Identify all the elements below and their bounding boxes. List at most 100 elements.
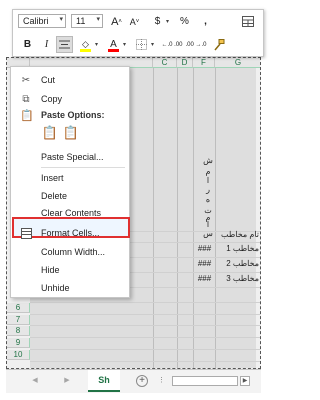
gridline	[30, 314, 260, 315]
gridline	[177, 68, 178, 368]
gridline	[30, 325, 260, 326]
font-name-box[interactable]: Calibri ▾	[18, 14, 66, 28]
format-table-button[interactable]	[239, 13, 256, 30]
decrease-decimal-icon: .00 →.0	[185, 41, 207, 48]
fill-color-button[interactable]: ◇	[77, 36, 94, 53]
gridline	[30, 337, 260, 338]
menu-item-insert[interactable]: Insert	[11, 169, 131, 187]
font-color-bar	[108, 49, 119, 52]
currency-button[interactable]: $	[149, 13, 166, 30]
menu-label-delete: Delete	[41, 191, 68, 201]
format-painter-button[interactable]	[210, 36, 227, 53]
up-caret-icon: ˄	[118, 18, 122, 25]
menu-label-unhide: Unhide	[41, 283, 70, 293]
font-color-button[interactable]: A	[105, 36, 122, 53]
menu-label-format-cells: Format Cells...	[41, 228, 100, 238]
hscroll-right-button[interactable]: ▶	[240, 376, 250, 386]
vertical-header-char: ش	[203, 156, 213, 165]
menu-label-insert: Insert	[41, 173, 64, 183]
borders-icon	[136, 39, 147, 50]
vertical-header-char: س	[203, 229, 213, 238]
chevron-down-icon[interactable]: ▾	[166, 18, 169, 25]
shrink-font-button[interactable]: A ˅	[126, 13, 143, 30]
align-center-button[interactable]	[56, 36, 73, 53]
menu-label-cut: Cut	[41, 75, 56, 85]
vertical-header-char: م	[205, 167, 211, 176]
scissors-icon: ✂	[21, 74, 31, 86]
chevron-down-icon[interactable]: ▾	[123, 41, 126, 48]
menu-item-hide[interactable]: Hide	[11, 261, 131, 279]
down-caret-icon: ˅	[135, 18, 140, 25]
font-size-value: 11	[76, 16, 86, 26]
row-header-10[interactable]: 10	[7, 350, 30, 360]
gridline	[30, 302, 260, 303]
contact-cell[interactable]: مخاطب 1	[216, 244, 260, 253]
header-cell[interactable]: تام مخاطب	[216, 230, 260, 239]
increase-decimal-icon: ←.0 .00	[161, 41, 183, 48]
font-name-value: Calibri	[23, 16, 49, 26]
context-menu: ✂ Cut ⧉ Copy 📋 Paste Options: 📋 📋 Paste …	[10, 66, 130, 298]
menu-label-copy: Copy	[41, 94, 63, 104]
row-header-6[interactable]: 6	[7, 303, 30, 313]
vertical-header-char: ر	[206, 185, 210, 194]
row-header-8[interactable]: 8	[7, 326, 30, 336]
column-header-g[interactable]: G	[215, 58, 260, 68]
overflow-cell[interactable]: ###	[194, 259, 215, 268]
tab-split-handle-icon[interactable]: ⋮	[158, 376, 165, 384]
menu-item-format-cells-row[interactable]: Format Cells...	[11, 224, 131, 242]
column-header-c[interactable]: C	[153, 58, 177, 68]
menu-separator	[41, 167, 125, 168]
sheet-tab[interactable]: Sh	[88, 370, 120, 392]
row-header-7[interactable]: 7	[7, 315, 30, 325]
overflow-cell[interactable]: ###	[194, 244, 215, 253]
menu-item-copy[interactable]: ⧉ Copy	[11, 90, 131, 108]
column-header-d[interactable]: D	[177, 58, 193, 68]
gridline	[193, 68, 194, 368]
row-header-9[interactable]: 9	[7, 338, 30, 348]
gridline	[30, 361, 260, 362]
borders-button[interactable]	[133, 36, 150, 53]
format-cells-icon	[20, 227, 32, 239]
font-size-box[interactable]: 11 ▾	[71, 14, 103, 28]
vertical-header-char: ا	[206, 176, 210, 185]
increase-decimal-button[interactable]: ←.0 .00	[161, 36, 183, 53]
align-center-icon	[59, 40, 70, 49]
add-sheet-button[interactable]: +	[136, 375, 148, 387]
contact-cell[interactable]: مخاطب 3	[216, 274, 260, 283]
fill-color-bar	[80, 49, 91, 52]
scroll-tabs-right-icon[interactable]: ▶	[62, 376, 72, 386]
menu-label-paste-special: Paste Special...	[41, 152, 104, 162]
paste-option-values[interactable]: 📋	[62, 124, 80, 142]
grow-font-icon: A	[111, 15, 119, 28]
excel-window: C D F G 6 7 8 9 10 ش م ا ر ه ت م ا س تام…	[0, 0, 268, 400]
comma-style-button[interactable]: ,	[197, 13, 214, 30]
grow-font-button[interactable]: A ˄	[108, 13, 125, 30]
italic-button[interactable]: I	[38, 36, 55, 53]
mini-toolbar: Calibri ▾ 11 ▾ A ˄ A ˅ $ ▾ % , B I ◇ ▾ A…	[12, 9, 264, 57]
chevron-down-icon[interactable]: ▾	[95, 41, 98, 48]
gridline	[215, 68, 216, 368]
menu-item-paste-special[interactable]: Paste Special...	[11, 148, 131, 166]
menu-item-unhide[interactable]: Unhide	[11, 279, 131, 297]
table-grid-icon	[241, 16, 254, 27]
menu-label-hide: Hide	[41, 265, 60, 275]
scroll-tabs-left-icon[interactable]: ◀	[30, 376, 40, 386]
menu-item-cut[interactable]: ✂ Cut	[11, 71, 131, 89]
format-painter-icon	[213, 38, 224, 50]
menu-item-delete[interactable]: Delete	[11, 187, 131, 205]
chevron-down-icon[interactable]: ▾	[151, 41, 154, 48]
bold-button[interactable]: B	[19, 36, 36, 53]
paste-options-heading: 📋 Paste Options:	[11, 107, 131, 123]
clipboard-icon: 📋	[20, 109, 34, 122]
paste-option-keep-formatting[interactable]: 📋	[41, 124, 59, 142]
sheet-tab-bar: ◀ ▶ Sh + ⋮ ◀ ▶	[6, 369, 261, 393]
percent-button[interactable]: %	[176, 13, 193, 30]
chevron-down-icon: ▾	[96, 16, 100, 23]
overflow-cell[interactable]: ###	[194, 274, 215, 283]
decrease-decimal-button[interactable]: .00 →.0	[185, 36, 207, 53]
menu-item-column-width[interactable]: Column Width...	[11, 243, 131, 261]
contact-cell[interactable]: مخاطب 2	[216, 259, 260, 268]
paste-icon: 📋	[62, 125, 80, 140]
column-header-f[interactable]: F	[193, 58, 215, 68]
horizontal-scrollbar[interactable]	[172, 376, 238, 386]
